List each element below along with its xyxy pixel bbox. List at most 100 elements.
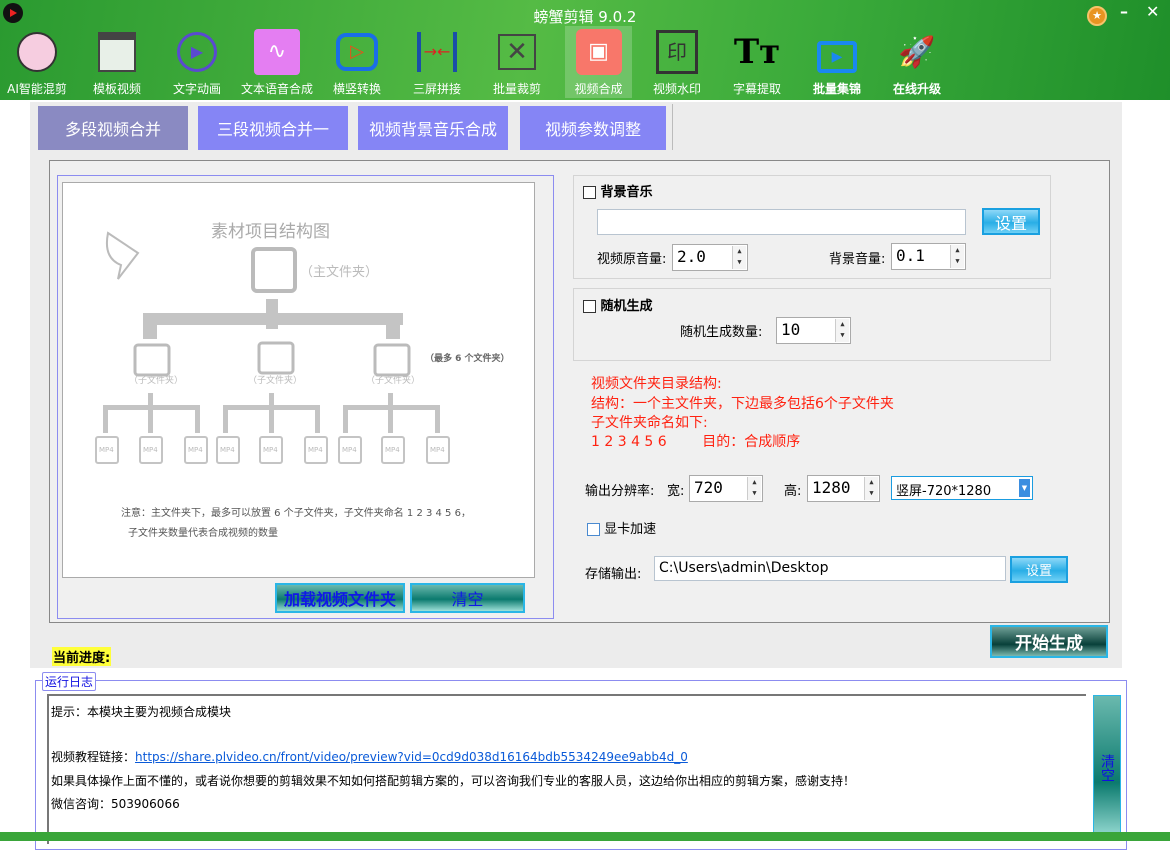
tab-param-adjust[interactable]: 视频参数调整 — [520, 106, 666, 150]
mp4-label: MP4 — [342, 446, 357, 454]
mp4-label: MP4 — [385, 446, 400, 454]
ai-scissors-icon — [13, 28, 61, 76]
medal-icon[interactable]: ★ — [1087, 6, 1107, 26]
gpu-checkbox[interactable]: 显卡加速 — [587, 518, 656, 537]
tool-video-merge[interactable]: ▣ 视频合成 — [565, 26, 632, 98]
bgm-checkbox[interactable]: 背景音乐 — [583, 181, 653, 200]
mp4-label: MP4 — [220, 446, 235, 454]
tab-multi-merge[interactable]: 多段视频合并 — [38, 106, 188, 150]
bgm-set-button[interactable]: 设置 — [982, 208, 1040, 235]
resolution-preset-select[interactable]: 竖屏-720*1280 ▼ — [891, 476, 1033, 500]
log-line: 视频教程链接：https://share.plvideo.cn/front/vi… — [51, 748, 688, 765]
height-label: 高: — [784, 484, 802, 499]
mp4-label: MP4 — [308, 446, 323, 454]
orig-volume-stepper[interactable]: 2.0 ▲ ▼ — [672, 244, 748, 271]
film-globe-icon: ▶ — [173, 28, 221, 76]
mp4-label: MP4 — [263, 446, 278, 454]
tool-text-animation[interactable]: ▶ 文字动画 — [157, 26, 237, 98]
bgm-path-input[interactable] — [597, 209, 966, 235]
split-arrows-icon: →← — [413, 28, 461, 76]
gpu-label: 显卡加速 — [604, 522, 657, 537]
store-label: 存储输出: — [585, 567, 642, 582]
orig-volume-value: 2.0 — [677, 247, 706, 266]
info-text: 1 2 3 4 5 6 目的：合成顺序 — [591, 434, 801, 450]
tool-three-screen[interactable]: →← 三屏拼接 — [397, 26, 477, 98]
structure-diagram: 素材项目结构图 （主文件夹） （子文件夹） （子文件夹） （子文件夹） （最多 … — [62, 182, 535, 578]
log-textbox[interactable]: 提示：本模块主要为视频合成模块 视频教程链接：https://share.plv… — [47, 694, 1086, 844]
random-count-stepper[interactable]: 10 ▲ ▼ — [776, 317, 851, 344]
tool-subtitle[interactable]: Tт 字幕提取 — [717, 26, 797, 98]
tool-upgrade[interactable]: 🚀 在线升级 — [877, 26, 957, 98]
template-icon — [93, 28, 141, 76]
tool-batch-crop[interactable]: ✕ 批量裁剪 — [477, 26, 557, 98]
bgm-label: 背景音乐 — [600, 185, 653, 200]
spin-arrows-icon[interactable]: ▲ ▼ — [950, 245, 964, 268]
info-text: 视频文件夹目录结构: — [591, 376, 722, 392]
sub-folder-label: （子文件夹） — [366, 376, 421, 386]
watermark-icon: 印 — [653, 28, 701, 76]
waveform-icon: ∿ — [253, 28, 301, 76]
output-path-input[interactable]: C:\Users\admin\Desktop — [654, 556, 1006, 581]
tool-orientation[interactable]: ▷ 横竖转换 — [317, 26, 397, 98]
log-line: 微信咨询：503906066 — [51, 797, 180, 811]
tutorial-link[interactable]: https://share.plvideo.cn/front/video/pre… — [135, 750, 688, 764]
chevron-down-icon[interactable]: ▼ — [1019, 479, 1030, 497]
log-clear-button[interactable]: 清空 — [1093, 695, 1121, 841]
tool-template[interactable]: 模板视频 — [77, 26, 157, 98]
diagram-note: 注意：主文件夹下，最多可以放置 6 个子文件夹，子文件夹命名 1 2 3 4 5… — [121, 508, 471, 519]
info-text: 结构：一个主文件夹，下边最多包括6个子文件夹 — [591, 396, 894, 412]
camera-scissors-icon: ▶ — [813, 28, 861, 76]
height-stepper[interactable]: 1280 ▲ ▼ — [807, 475, 880, 502]
mp4-label: MP4 — [143, 446, 158, 454]
checkbox-icon — [583, 300, 596, 313]
random-checkbox[interactable]: 随机生成 — [583, 295, 653, 314]
resolution-label: 输出分辨率: — [585, 484, 655, 499]
max-folders-note: （最多 6 个文件夹） — [425, 354, 510, 364]
mp4-label: MP4 — [430, 446, 445, 454]
rotate-play-icon: ▷ — [333, 28, 381, 76]
log-line: 如果具体操作上面不懂的，或者说你想要的剪辑效果不知如何搭配剪辑方案的，可以咨询我… — [51, 774, 856, 788]
diagram-note: 子文件夹数量代表合成视频的数量 — [128, 528, 278, 539]
load-folder-button[interactable]: 加载视频文件夹 — [275, 583, 405, 613]
clear-button[interactable]: 清空 — [410, 583, 525, 613]
tab-divider — [672, 104, 673, 150]
bg-volume-stepper[interactable]: 0.1 ▲ ▼ — [891, 243, 966, 270]
minimize-button[interactable]: – — [1120, 2, 1128, 21]
log-line: 提示：本模块主要为视频合成模块 — [51, 705, 232, 719]
checkbox-icon — [587, 523, 600, 536]
crop-icon: ✕ — [493, 28, 541, 76]
tool-batch-highlights[interactable]: ▶ 批量集锦 — [797, 26, 877, 98]
info-text: 子文件夹命名如下: — [591, 415, 708, 431]
spin-arrows-icon[interactable]: ▲ ▼ — [732, 246, 746, 269]
sub-folder-label: （子文件夹） — [248, 376, 303, 386]
grid-shapes-icon: ▣ — [575, 28, 623, 76]
width-value: 720 — [694, 478, 723, 497]
tool-watermark[interactable]: 印视频水印 — [637, 26, 717, 98]
close-button[interactable]: ✕ — [1146, 2, 1159, 21]
width-label: 宽: — [667, 484, 685, 499]
tool-ai-mix[interactable]: AI智能混剪 — [0, 26, 77, 98]
log-link-label: 视频教程链接： — [51, 750, 136, 764]
output-set-button[interactable]: 设置 — [1010, 556, 1068, 583]
spin-arrows-icon[interactable]: ▲ ▼ — [747, 477, 761, 500]
height-value: 1280 — [812, 478, 851, 497]
diagram-title: 素材项目结构图 — [211, 222, 330, 242]
tool-tts[interactable]: ∿ 文本语音合成 — [237, 26, 317, 98]
progress-label: 当前进度: — [52, 647, 112, 666]
status-bar — [0, 832, 1170, 841]
bg-volume-value: 0.1 — [896, 246, 925, 265]
sub-folder-label: （子文件夹） — [129, 376, 184, 386]
preset-value: 竖屏-720*1280 — [896, 484, 992, 499]
checkbox-icon — [583, 186, 596, 199]
width-stepper[interactable]: 720 ▲ ▼ — [689, 475, 763, 502]
random-label: 随机生成 — [600, 299, 653, 314]
bg-volume-label: 背景音量: — [829, 252, 886, 267]
start-generate-button[interactable]: 开始生成 — [990, 625, 1108, 658]
tab-bgm-merge[interactable]: 视频背景音乐合成 — [358, 106, 508, 150]
text-tt-icon: Tт — [733, 32, 781, 72]
spin-arrows-icon[interactable]: ▲ ▼ — [835, 319, 849, 342]
mp4-label: MP4 — [99, 446, 114, 454]
tab-three-merge[interactable]: 三段视频合并一 — [198, 106, 348, 150]
spin-arrows-icon[interactable]: ▲ ▼ — [864, 477, 878, 500]
window-title: 螃蟹剪辑 9.0.2 — [533, 8, 637, 26]
